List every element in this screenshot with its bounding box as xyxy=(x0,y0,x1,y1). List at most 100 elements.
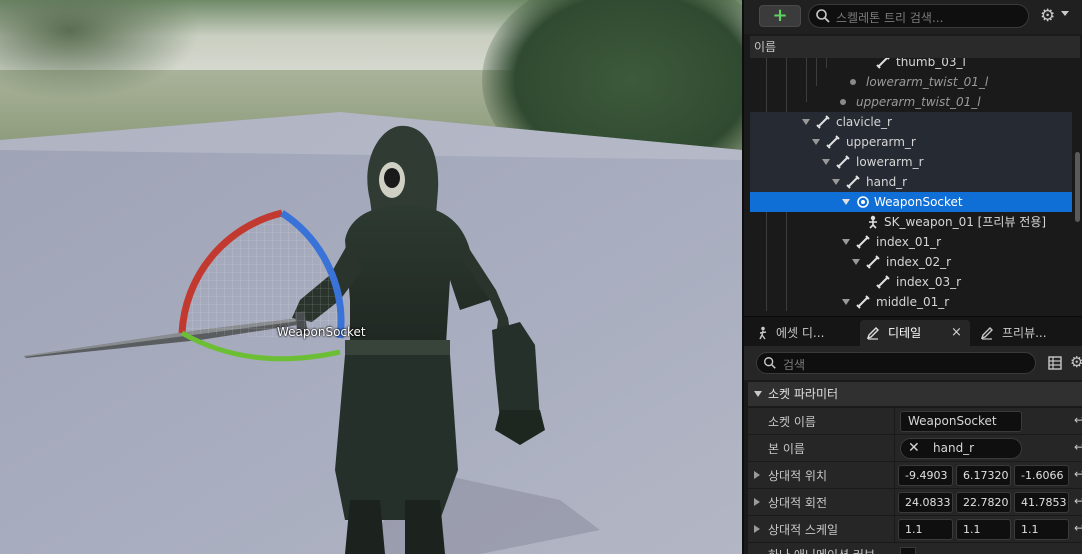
property-partial: 하나 애니메이션 커브 xyxy=(748,542,1082,554)
scale-z-field[interactable]: 1.1 xyxy=(1014,519,1069,540)
skeleton-tree-search-input[interactable]: 스켈레톤 트리 검색... xyxy=(808,4,1029,28)
tree-scrollbar-thumb[interactable] xyxy=(1075,152,1080,222)
bone-icon xyxy=(836,155,850,169)
right-panel: + 스켈레톤 트리 검색... ⚙ 이름 thumb_03_l lowerarm… xyxy=(742,0,1082,554)
reset-arrow-icon[interactable]: ↩ xyxy=(1074,413,1082,427)
tree-row[interactable]: index_02_r xyxy=(750,252,1072,272)
expand-arrow-icon[interactable] xyxy=(754,525,760,533)
search-placeholder: 검색 xyxy=(783,358,806,372)
tree-row[interactable]: index_01_r xyxy=(750,232,1072,252)
rotation-y-field[interactable]: 22.7820 xyxy=(956,492,1011,513)
expand-arrow-icon[interactable] xyxy=(842,299,850,305)
tree-row[interactable]: upperarm_twist_01_l xyxy=(750,92,1072,112)
tree-row[interactable]: clavicle_r xyxy=(750,112,1072,132)
clear-x-icon[interactable]: ✕ xyxy=(908,439,920,458)
checkbox[interactable] xyxy=(900,547,916,554)
location-x-field[interactable]: -9.4903 xyxy=(898,465,953,486)
bone-icon xyxy=(826,135,840,149)
tab-label: 프리뷰... xyxy=(1002,326,1047,340)
property-relative-location: 상대적 위치 -9.4903 6.17320 -1.6066 ↩ xyxy=(748,461,1082,489)
tab-preview[interactable]: 프리뷰... xyxy=(974,320,1082,347)
chevron-down-icon[interactable] xyxy=(754,391,762,397)
bone-icon xyxy=(876,275,890,289)
property-label: 상대적 스케일 xyxy=(768,523,839,537)
chevron-down-icon[interactable] xyxy=(1061,11,1069,16)
reset-arrow-icon[interactable]: ↩ xyxy=(1074,440,1082,454)
reset-arrow-icon[interactable]: ↩ xyxy=(1074,467,1082,481)
tab-label: 에셋 디... xyxy=(776,326,825,340)
bone-icon xyxy=(846,175,860,189)
expand-arrow-icon[interactable] xyxy=(812,139,820,145)
expand-arrow-icon[interactable] xyxy=(852,259,860,265)
tree-row[interactable]: SK_weapon_01 [프리뷰 전용] xyxy=(750,212,1072,232)
expand-arrow-icon[interactable] xyxy=(822,159,830,165)
tree-row-label: WeaponSocket xyxy=(874,195,963,209)
property-relative-rotation: 상대적 회전 24.0833 22.7820 41.7853 ↩ xyxy=(748,488,1082,516)
bone-icon xyxy=(856,235,870,249)
search-placeholder: 스켈레톤 트리 검색... xyxy=(836,11,944,25)
table-view-icon[interactable] xyxy=(1048,356,1062,370)
expand-arrow-icon[interactable] xyxy=(832,179,840,185)
rotation-x-field[interactable]: 24.0833 xyxy=(898,492,953,513)
expand-arrow-icon[interactable] xyxy=(842,239,850,245)
tree-row[interactable]: lowerarm_r xyxy=(750,152,1072,172)
expand-arrow-icon[interactable] xyxy=(754,498,760,506)
tree-row[interactable]: index_03_r xyxy=(750,272,1072,292)
tree-row-label: index_01_r xyxy=(876,235,942,249)
bone-name-picker[interactable]: ✕ hand_r xyxy=(900,438,1022,459)
search-icon xyxy=(764,357,776,369)
bone-icon xyxy=(856,295,870,309)
details-search-input[interactable]: 검색 xyxy=(756,352,1036,374)
tree-row-label: upperarm_twist_01_l xyxy=(856,95,981,109)
tree-row[interactable]: hand_r xyxy=(750,172,1072,192)
expand-arrow-icon[interactable] xyxy=(802,119,810,125)
viewport[interactable]: WeaponSocket xyxy=(0,0,742,554)
virtual-bone-dot-icon xyxy=(840,99,846,105)
scale-y-field[interactable]: 1.1 xyxy=(956,519,1011,540)
tab-details[interactable]: 디테일 × xyxy=(860,320,970,347)
reset-arrow-icon[interactable]: ↩ xyxy=(1074,521,1082,535)
gear-icon[interactable]: ⚙ xyxy=(1070,353,1082,371)
expand-arrow-icon[interactable] xyxy=(842,199,850,205)
socket-icon xyxy=(857,196,869,208)
scale-x-field[interactable]: 1.1 xyxy=(898,519,953,540)
property-label: 소켓 이름 xyxy=(768,415,816,429)
details-search-row: 검색 ⚙ xyxy=(744,346,1082,380)
expand-arrow-icon[interactable] xyxy=(754,471,760,479)
tree-row-label: thumb_03_l xyxy=(896,58,966,69)
tab-asset-details[interactable]: 에셋 디... xyxy=(750,320,856,347)
tree-row-label: index_03_r xyxy=(896,275,962,289)
socket-viewport-label[interactable]: WeaponSocket xyxy=(277,325,366,339)
tree-row[interactable]: upperarm_r xyxy=(750,132,1072,152)
property-label: 본 이름 xyxy=(768,442,805,456)
skeletal-mesh-icon xyxy=(869,215,877,229)
location-y-field[interactable]: 6.17320 xyxy=(956,465,1011,486)
tree-row-label: hand_r xyxy=(866,175,908,189)
add-button[interactable]: + xyxy=(759,5,801,27)
tree-column-header: 이름 xyxy=(750,36,1080,58)
bone-icon xyxy=(816,115,830,129)
virtual-bone-dot-icon xyxy=(850,79,856,85)
panel-tabs: 에셋 디... 디테일 × 프리뷰... xyxy=(744,316,1082,347)
tree-row-label: clavicle_r xyxy=(836,115,892,129)
tree-row-label: lowerarm_r xyxy=(856,155,924,169)
property-socket-name: 소켓 이름 WeaponSocket ↩ xyxy=(748,407,1082,435)
socket-parameters-section[interactable]: 소켓 파라미터 xyxy=(748,382,1082,406)
tree-row-label: middle_01_r xyxy=(876,295,950,309)
gear-icon[interactable]: ⚙ xyxy=(1040,7,1060,27)
socket-name-field[interactable]: WeaponSocket xyxy=(900,411,1022,432)
viewport-scene xyxy=(0,112,742,554)
tree-row[interactable]: thumb_03_l xyxy=(750,58,1072,72)
rotation-z-field[interactable]: 41.7853 xyxy=(1014,492,1069,513)
tree-row[interactable]: middle_01_r xyxy=(750,292,1072,311)
tree-row-label: index_02_r xyxy=(886,255,952,269)
reset-arrow-icon[interactable]: ↩ xyxy=(1074,494,1082,508)
pencil-icon xyxy=(866,327,879,340)
figure-icon xyxy=(759,326,767,340)
close-icon[interactable]: × xyxy=(951,320,962,346)
tree-row-selected[interactable]: WeaponSocket xyxy=(750,192,1072,212)
section-title: 소켓 파라미터 xyxy=(768,387,839,401)
skeleton-tree: thumb_03_l lowerarm_twist_01_l upperarm_… xyxy=(750,58,1072,311)
location-z-field[interactable]: -1.6066 xyxy=(1014,465,1069,486)
tree-row[interactable]: lowerarm_twist_01_l xyxy=(750,72,1072,92)
